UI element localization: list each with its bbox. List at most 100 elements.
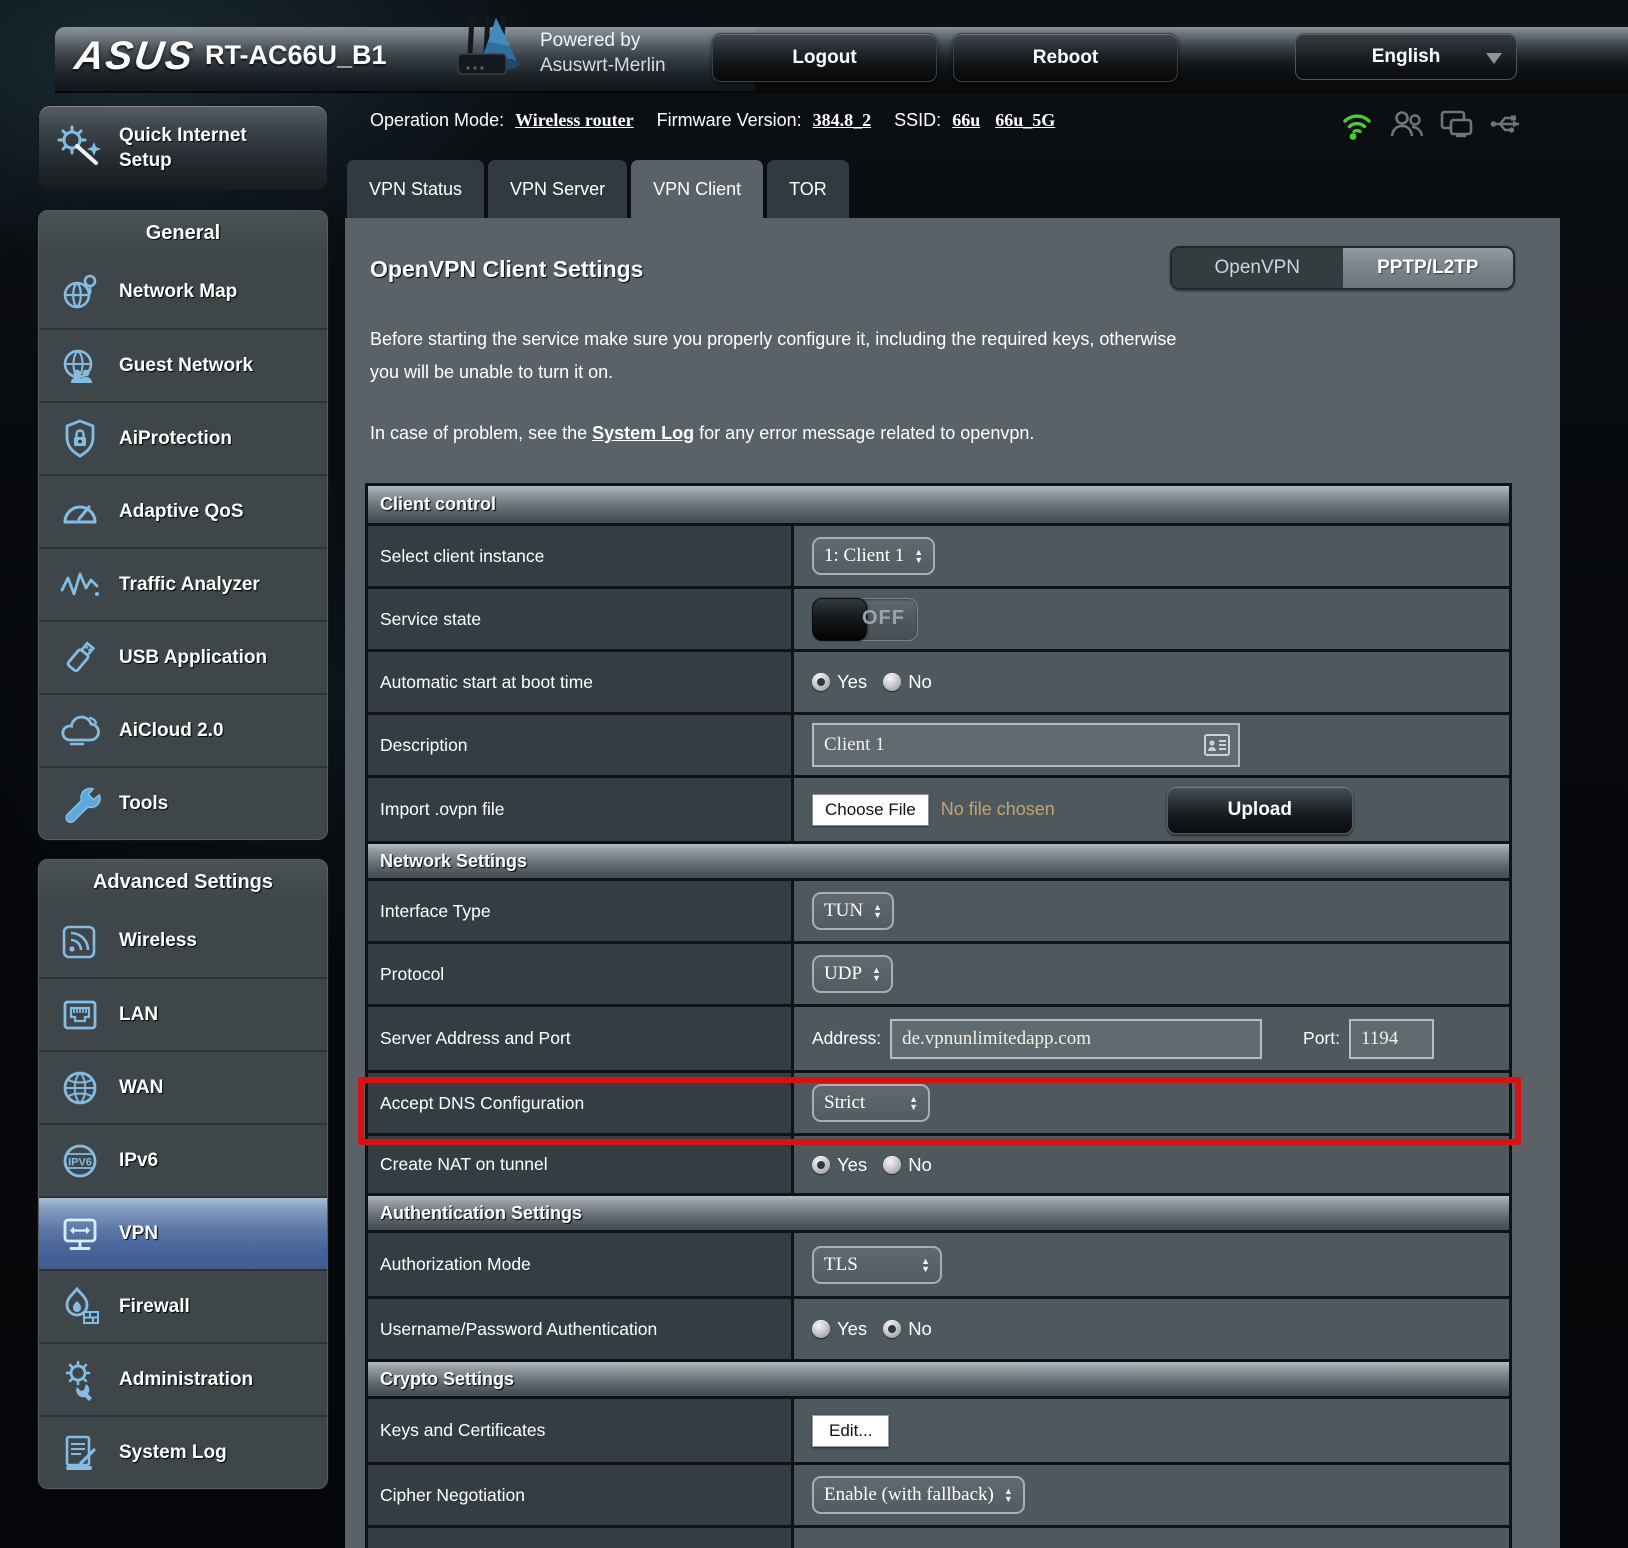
sidebar-item-guest-network[interactable]: Guest Network — [39, 328, 327, 401]
guest-network-icon — [57, 343, 103, 389]
vpn-tabs: VPN Status VPN Server VPN Client TOR — [347, 160, 849, 218]
sidebar-item-quick-internet-setup[interactable]: Quick Internet Setup — [38, 105, 328, 191]
sidebar-group-advanced: Advanced Settings Wireless — [38, 859, 328, 1489]
devices-icon[interactable] — [1438, 105, 1476, 143]
userpass-yes-radio[interactable] — [812, 1320, 830, 1338]
pptp-l2tp-segment[interactable]: PPTP/L2TP — [1343, 248, 1514, 288]
sidebar-item-wireless[interactable]: Wireless — [39, 904, 327, 977]
row-accept-dns: Accept DNS Configuration Strict — [368, 1070, 1509, 1133]
language-dropdown[interactable]: English — [1295, 33, 1517, 80]
section-crypto-settings: Crypto Settings — [368, 1359, 1509, 1396]
openvpn-segment[interactable]: OpenVPN — [1172, 248, 1343, 288]
contact-card-icon — [1204, 734, 1230, 762]
row-create-nat: Create NAT on tunnel Yes No — [368, 1133, 1509, 1193]
row-interface-type: Interface Type TUN — [368, 878, 1509, 941]
row-server-address-port: Server Address and Port Address: de.vpnu… — [368, 1004, 1509, 1070]
ssid-label: SSID: — [894, 110, 941, 130]
create-nat-no-radio[interactable] — [883, 1156, 901, 1174]
edit-keys-button[interactable]: Edit... — [812, 1415, 889, 1447]
logout-button[interactable]: Logout — [712, 33, 937, 82]
service-state-toggle[interactable]: OFF — [812, 598, 918, 641]
server-address-input[interactable]: de.vpnunlimitedapp.com — [890, 1019, 1262, 1059]
select-arrows-icon — [914, 548, 923, 564]
protocol-select[interactable]: UDP — [812, 955, 893, 993]
accept-dns-select[interactable]: Strict — [812, 1084, 930, 1122]
section-authentication-settings: Authentication Settings — [368, 1193, 1509, 1230]
problem-hint-text: In case of problem, see the System Log f… — [370, 423, 1270, 444]
wrench-icon — [57, 781, 103, 827]
general-group-title: General — [39, 211, 327, 255]
row-auto-start: Automatic start at boot time Yes No — [368, 649, 1509, 712]
toggle-knob — [812, 598, 867, 641]
asus-logo: ASUS — [72, 34, 197, 79]
authorization-mode-select[interactable]: TLS — [812, 1246, 942, 1284]
ethernet-icon — [57, 992, 103, 1038]
sidebar-item-vpn[interactable]: VPN — [39, 1196, 327, 1269]
operation-mode-label: Operation Mode: — [370, 110, 504, 130]
row-service-state: Service state OFF — [368, 586, 1509, 649]
toggle-off-label: OFF — [862, 607, 905, 630]
status-infobar: Operation Mode: Wireless router Firmware… — [370, 110, 1065, 131]
sidebar: Quick Internet Setup General Network Map — [38, 105, 328, 1489]
ipv6-icon: IPV6 — [57, 1138, 103, 1184]
auto-start-no-radio[interactable] — [883, 673, 901, 691]
shield-lock-icon — [57, 416, 103, 462]
sidebar-item-traffic-analyzer[interactable]: Traffic Analyzer — [39, 547, 327, 620]
page-title: OpenVPN Client Settings — [370, 256, 643, 283]
language-value: English — [1372, 46, 1441, 67]
userpass-no-radio[interactable] — [883, 1320, 901, 1338]
client-instance-select[interactable]: 1: Client 1 — [812, 537, 935, 575]
row-keys-certificates: Keys and Certificates Edit... — [368, 1396, 1509, 1462]
description-input[interactable]: Client 1 — [812, 723, 1240, 767]
upload-button[interactable]: Upload — [1167, 786, 1353, 834]
tab-vpn-status[interactable]: VPN Status — [347, 160, 484, 218]
sidebar-item-aiprotection[interactable]: AiProtection — [39, 401, 327, 474]
sidebar-item-network-map[interactable]: Network Map — [39, 255, 327, 328]
tab-tor[interactable]: TOR — [767, 160, 849, 218]
server-port-input[interactable]: 1194 — [1349, 1019, 1434, 1059]
create-nat-yes-radio[interactable] — [812, 1156, 830, 1174]
svg-text:IPV6: IPV6 — [68, 1156, 92, 1168]
choose-file-button[interactable]: Choose File — [812, 794, 929, 826]
merlin-router-icon — [430, 12, 535, 89]
tab-vpn-client[interactable]: VPN Client — [631, 160, 763, 218]
sidebar-item-lan[interactable]: LAN — [39, 977, 327, 1050]
cipher-negotiation-select[interactable]: Enable (with fallback) — [812, 1476, 1025, 1514]
row-cipher-negotiation: Cipher Negotiation Enable (with fallback… — [368, 1462, 1509, 1525]
vpn-client-panel: OpenVPN Client Settings OpenVPN PPTP/L2T… — [345, 218, 1560, 1548]
sidebar-item-tools[interactable]: Tools — [39, 766, 327, 839]
vpn-monitor-icon — [57, 1211, 103, 1257]
sidebar-item-firewall[interactable]: Firewall — [39, 1269, 327, 1342]
operation-mode-link[interactable]: Wireless router — [515, 110, 633, 130]
sidebar-item-administration[interactable]: Administration — [39, 1342, 327, 1415]
sidebar-item-adaptive-qos[interactable]: Adaptive QoS — [39, 474, 327, 547]
sidebar-item-system-log[interactable]: System Log — [39, 1415, 327, 1488]
ssid-link-5g[interactable]: 66u_5G — [995, 110, 1055, 130]
router-model-name: RT-AC66U_B1 — [205, 40, 387, 71]
auto-start-yes-radio[interactable] — [812, 673, 830, 691]
reboot-button[interactable]: Reboot — [953, 33, 1178, 82]
sidebar-item-ipv6[interactable]: IPV6 IPv6 — [39, 1123, 327, 1196]
tab-vpn-server[interactable]: VPN Server — [488, 160, 627, 218]
ssid-link-2g[interactable]: 66u — [952, 110, 980, 130]
waveform-icon — [57, 562, 103, 608]
clients-icon[interactable] — [1388, 105, 1426, 143]
sidebar-group-general: General Network Map — [38, 210, 328, 840]
firmware-label: Firmware Version: — [657, 110, 802, 130]
gauge-icon — [57, 489, 103, 535]
section-network-settings: Network Settings — [368, 841, 1509, 878]
select-arrows-icon — [1004, 1487, 1013, 1503]
system-log-link[interactable]: System Log — [592, 423, 694, 443]
select-arrows-icon — [872, 966, 881, 982]
vpn-type-toggle: OpenVPN PPTP/L2TP — [1170, 246, 1515, 290]
interface-type-select[interactable]: TUN — [812, 892, 894, 930]
row-clipped — [368, 1525, 1509, 1548]
wireless-icon — [57, 918, 103, 964]
sidebar-item-aicloud[interactable]: AiCloud 2.0 — [39, 693, 327, 766]
wifi-status-icon[interactable] — [1338, 105, 1376, 143]
sidebar-item-wan[interactable]: WAN — [39, 1050, 327, 1123]
firmware-version-link[interactable]: 384.8_2 — [813, 110, 872, 130]
sidebar-item-usb-application[interactable]: USB Application — [39, 620, 327, 693]
row-import-ovpn: Import .ovpn file Choose File No file ch… — [368, 775, 1509, 841]
usb-status-icon[interactable] — [1488, 105, 1526, 143]
